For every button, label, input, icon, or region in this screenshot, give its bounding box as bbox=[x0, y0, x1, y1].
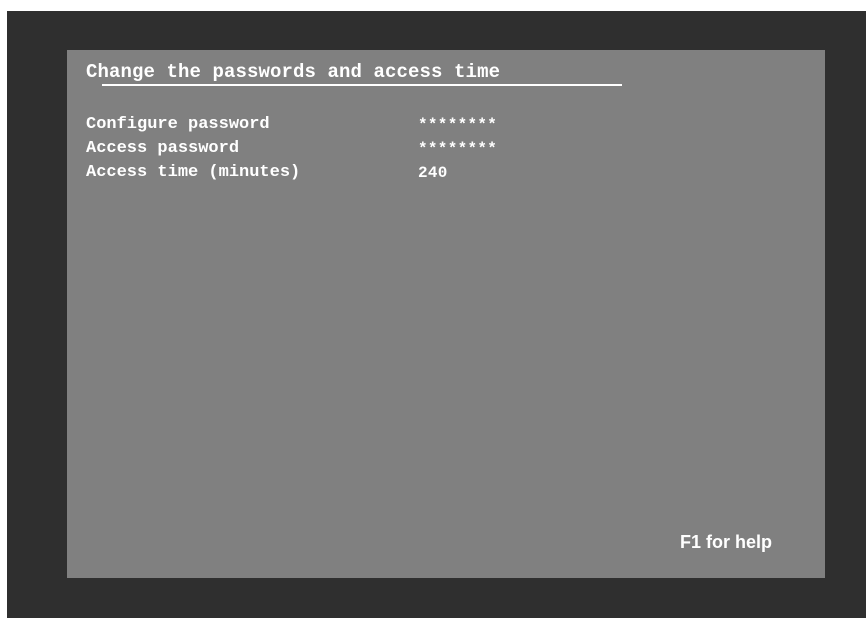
access-password-label: Access password bbox=[86, 139, 240, 158]
help-hint: F1 for help bbox=[679, 532, 772, 552]
access-password-field[interactable]: ******** bbox=[418, 137, 497, 161]
access-time-row[interactable]: Access time (minutes) 240 bbox=[86, 161, 497, 185]
settings-list: Configure password ******** Access passw… bbox=[86, 113, 497, 185]
configure-password-label: Configure password bbox=[86, 115, 270, 134]
access-time-field[interactable]: 240 bbox=[418, 161, 448, 185]
title-underline bbox=[102, 84, 622, 86]
configure-password-row[interactable]: Configure password ******** bbox=[86, 113, 497, 137]
terminal-screen: Change the passwords and access time Con… bbox=[67, 50, 825, 578]
configure-password-field[interactable]: ******** bbox=[418, 113, 497, 137]
access-password-row[interactable]: Access password ******** bbox=[86, 137, 497, 161]
access-time-label: Access time (minutes) bbox=[86, 163, 301, 182]
page-title: Change the passwords and access time bbox=[86, 61, 501, 83]
monitor-bezel: Change the passwords and access time Con… bbox=[7, 11, 866, 618]
